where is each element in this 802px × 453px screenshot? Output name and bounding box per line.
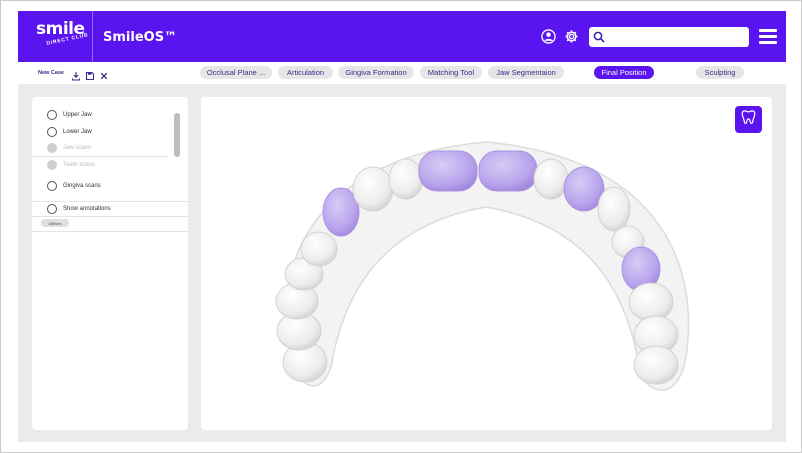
layer-label: Upper Jaw (63, 112, 92, 118)
layer-jaw-scans: Jaw scans (32, 141, 188, 155)
user-icon[interactable] (539, 27, 557, 45)
radio-button (47, 143, 57, 153)
toolbar: New Case Occlusal Plane ... Articulation… (18, 64, 786, 82)
layer-label: Jaw scans (63, 145, 92, 151)
radio-button[interactable] (47, 110, 57, 120)
divider (32, 216, 188, 217)
tooth-icon (740, 109, 757, 131)
save-icon[interactable] (85, 68, 95, 81)
layer-label: Teeth scans (63, 162, 96, 168)
search-bar[interactable] (589, 27, 749, 47)
download-icon[interactable] (71, 68, 81, 81)
layers-panel: Upper Jaw Lower Jaw Jaw scans Teeth scan… (32, 97, 188, 430)
radio-button[interactable] (47, 127, 57, 137)
header-bar: smile DIRECT CLUB SmileOS™ (18, 11, 786, 62)
layer-lower-jaw[interactable]: Lower Jaw (32, 125, 188, 139)
radio-button[interactable] (47, 181, 57, 191)
layer-gingiva-scans[interactable]: Gingiva scans (32, 179, 188, 193)
layer-upper-jaw[interactable]: Upper Jaw (32, 108, 188, 122)
new-case-button[interactable]: New Case (38, 70, 64, 76)
layer-label: Lower Jaw (63, 129, 92, 135)
radio-button (47, 160, 57, 170)
app-title: SmileOS™ (103, 30, 178, 45)
divider (32, 231, 188, 232)
tab-final-position[interactable]: Final Position (594, 66, 654, 79)
workspace: Upper Jaw Lower Jaw Jaw scans Teeth scan… (18, 84, 786, 442)
tab-occlusal-plane[interactable]: Occlusal Plane ... (200, 66, 272, 79)
3d-viewport[interactable] (201, 97, 772, 430)
layer-show-annotations[interactable]: Show annotations (32, 202, 188, 216)
tooth-view-button[interactable] (735, 106, 762, 133)
layer-label: Show annotations (63, 206, 111, 212)
close-icon[interactable] (99, 68, 109, 80)
search-input[interactable] (609, 29, 745, 45)
tab-gingiva-formation[interactable]: Gingiva Formation (338, 66, 414, 79)
brand-logo[interactable]: smile DIRECT CLUB (18, 11, 93, 62)
hamburger-menu-icon[interactable] (759, 28, 779, 44)
radio-button[interactable] (47, 204, 57, 214)
utilities-button[interactable]: Utilities (41, 219, 69, 227)
layer-label: Gingiva scans (63, 183, 101, 189)
tab-articulation[interactable]: Articulation (278, 66, 333, 79)
tab-matching-tool[interactable]: Matching Tool (420, 66, 482, 79)
divider (32, 156, 168, 157)
search-icon (593, 30, 605, 48)
tab-sculpting[interactable]: Sculpting (696, 66, 744, 79)
app-window: smile DIRECT CLUB SmileOS™ New Case Occl… (0, 0, 802, 453)
tab-jaw-segmentation[interactable]: Jaw Segmentaion (488, 66, 564, 79)
dental-arch-model[interactable] (201, 97, 772, 430)
layer-teeth-scans: Teeth scans (32, 158, 188, 172)
gear-icon[interactable] (562, 27, 580, 45)
scrollbar-thumb[interactable] (174, 113, 180, 157)
